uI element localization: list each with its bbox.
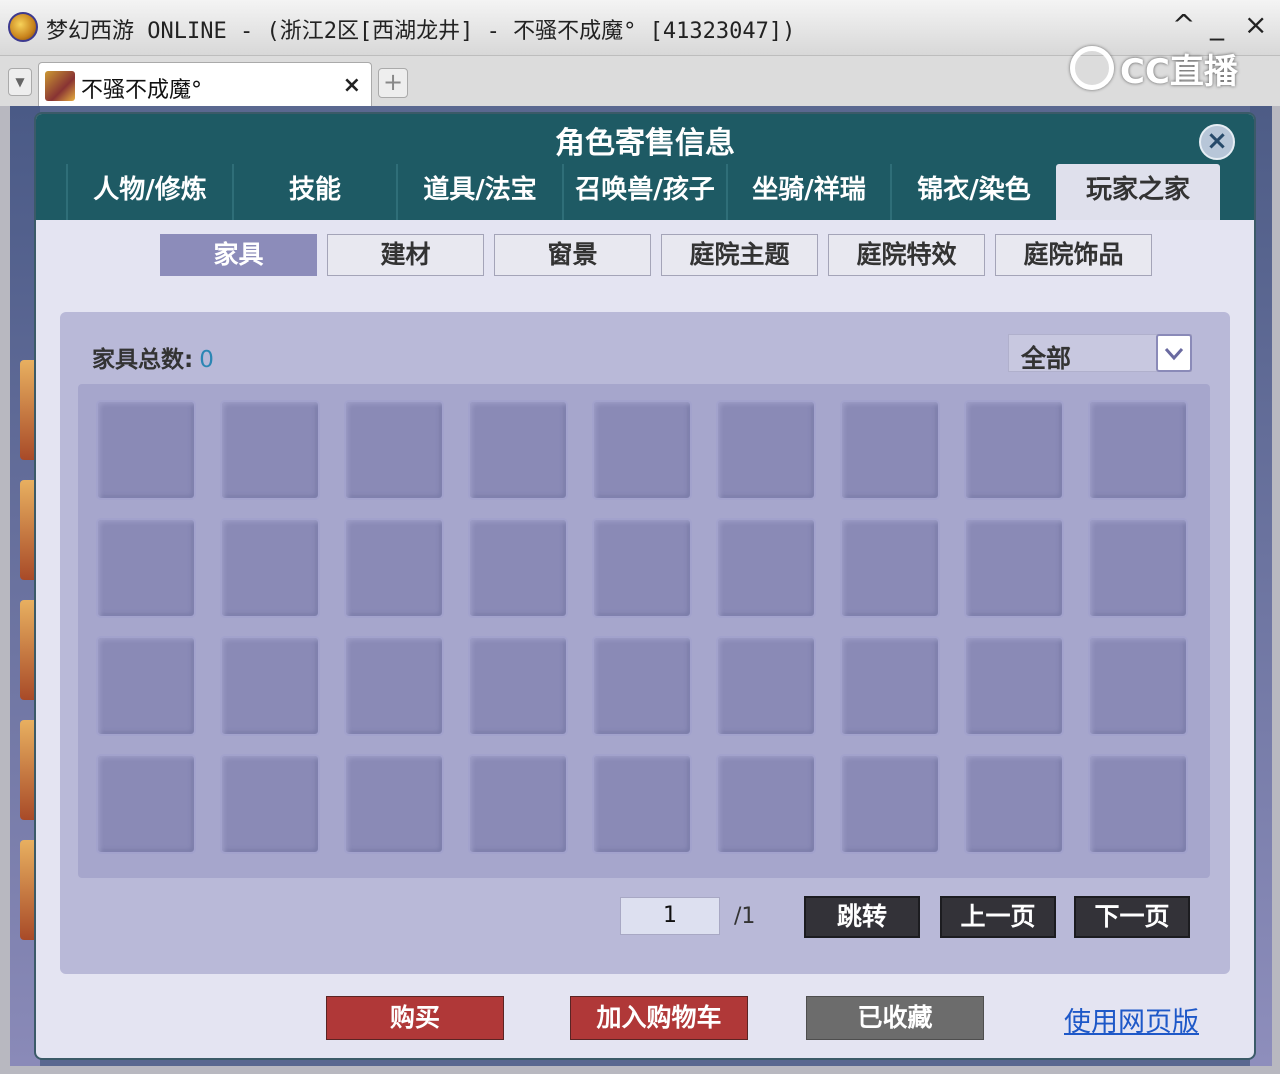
item-slot[interactable]: [1088, 754, 1188, 854]
item-slot[interactable]: [964, 754, 1064, 854]
tab-list-dropdown[interactable]: ▼: [8, 68, 32, 96]
collapse-button[interactable]: ^: [1172, 8, 1195, 42]
tab-close-icon[interactable]: ×: [343, 73, 361, 98]
consignment-dialog: 角色寄售信息 × 人物/修炼 技能 道具/法宝 召唤兽/孩子 坐骑/祥瑞 锦衣/…: [36, 114, 1254, 1058]
subtab-furniture[interactable]: 家具: [160, 234, 317, 276]
category-filter-select[interactable]: 全部: [1008, 334, 1192, 373]
window-title: 梦幻西游 ONLINE - (浙江2区[西湖龙井] - 不骚不成魔° [4132…: [46, 19, 796, 44]
item-slot[interactable]: [840, 518, 940, 618]
cc-watermark-text: CC直播: [1120, 51, 1238, 92]
dialog-title: 角色寄售信息: [555, 126, 735, 161]
item-slot[interactable]: [468, 518, 568, 618]
furniture-count: 家具总数: 0: [92, 340, 214, 374]
add-to-cart-button[interactable]: 加入购物车: [570, 996, 748, 1040]
item-slot[interactable]: [1088, 400, 1188, 500]
sub-tabs: 家具 建材 窗景 庭院主题 庭院特效 庭院饰品: [160, 234, 1152, 276]
tab-skills[interactable]: 技能: [232, 164, 396, 220]
page-total: /1: [734, 903, 756, 929]
item-slot[interactable]: [964, 636, 1064, 736]
item-slot[interactable]: [592, 518, 692, 618]
new-tab-button[interactable]: +: [378, 68, 408, 98]
item-slot[interactable]: [220, 636, 320, 736]
item-slot[interactable]: [716, 518, 816, 618]
item-slot[interactable]: [96, 518, 196, 618]
tab-items[interactable]: 道具/法宝: [396, 164, 562, 220]
jump-button[interactable]: 跳转: [804, 896, 920, 938]
item-slot[interactable]: [468, 400, 568, 500]
tab-character-cultivation[interactable]: 人物/修炼: [66, 164, 232, 220]
subtab-courtyard-theme[interactable]: 庭院主题: [661, 234, 818, 276]
item-slot[interactable]: [716, 754, 816, 854]
subtab-courtyard-ornaments[interactable]: 庭院饰品: [995, 234, 1152, 276]
item-slot[interactable]: [840, 636, 940, 736]
character-avatar-icon: [45, 71, 75, 101]
cc-logo-icon: [1070, 46, 1114, 90]
dialog-header: 角色寄售信息 × 人物/修炼 技能 道具/法宝 召唤兽/孩子 坐骑/祥瑞 锦衣/…: [36, 114, 1254, 220]
furniture-count-value: 0: [199, 347, 214, 373]
furniture-panel: 家具总数: 0 全部 1 /1 跳转 上一页 下一页: [60, 312, 1230, 974]
dialog-close-icon[interactable]: ×: [1199, 124, 1235, 160]
furniture-count-label: 家具总数:: [92, 347, 194, 373]
item-grid: [78, 384, 1210, 878]
item-slot[interactable]: [840, 400, 940, 500]
item-slot[interactable]: [344, 400, 444, 500]
item-slot[interactable]: [964, 518, 1064, 618]
buy-button[interactable]: 购买: [326, 996, 504, 1040]
item-slot[interactable]: [344, 754, 444, 854]
item-slot[interactable]: [96, 636, 196, 736]
pagination: 1 /1: [620, 897, 755, 935]
item-slot[interactable]: [96, 754, 196, 854]
saved-button[interactable]: 已收藏: [806, 996, 984, 1040]
main-tabs: 人物/修炼 技能 道具/法宝 召唤兽/孩子 坐骑/祥瑞 锦衣/染色 玩家之家: [66, 164, 1220, 220]
tab-mounts[interactable]: 坐骑/祥瑞: [726, 164, 890, 220]
page-number-input[interactable]: 1: [620, 897, 720, 935]
subtab-building-materials[interactable]: 建材: [327, 234, 484, 276]
item-slot[interactable]: [344, 636, 444, 736]
tab-character[interactable]: 不骚不成魔° ×: [38, 62, 372, 106]
chevron-down-icon[interactable]: [1156, 334, 1192, 372]
item-slot[interactable]: [96, 400, 196, 500]
web-version-link[interactable]: 使用网页版: [1064, 1000, 1199, 1039]
item-slot[interactable]: [468, 636, 568, 736]
item-slot[interactable]: [220, 400, 320, 500]
tab-pets[interactable]: 召唤兽/孩子: [562, 164, 726, 220]
subtab-window-view[interactable]: 窗景: [494, 234, 651, 276]
filter-selected-value: 全部: [1021, 344, 1072, 373]
item-slot[interactable]: [964, 400, 1064, 500]
item-slot[interactable]: [592, 636, 692, 736]
prev-page-button[interactable]: 上一页: [940, 896, 1056, 938]
item-slot[interactable]: [716, 400, 816, 500]
item-slot[interactable]: [344, 518, 444, 618]
subtab-courtyard-effects[interactable]: 庭院特效: [828, 234, 985, 276]
item-slot[interactable]: [220, 754, 320, 854]
minimize-button[interactable]: _: [1210, 8, 1224, 42]
tab-outfits[interactable]: 锦衣/染色: [890, 164, 1056, 220]
tab-player-home[interactable]: 玩家之家: [1056, 164, 1220, 220]
item-slot[interactable]: [1088, 636, 1188, 736]
item-slot[interactable]: [840, 754, 940, 854]
item-slot[interactable]: [468, 754, 568, 854]
item-slot[interactable]: [220, 518, 320, 618]
item-slot[interactable]: [716, 636, 816, 736]
tab-label: 不骚不成魔°: [81, 78, 203, 103]
item-slot[interactable]: [592, 400, 692, 500]
app-icon: [8, 12, 38, 42]
close-window-button[interactable]: ×: [1244, 8, 1267, 42]
cc-watermark: CC直播: [1070, 42, 1238, 94]
next-page-button[interactable]: 下一页: [1074, 896, 1190, 938]
item-slot[interactable]: [1088, 518, 1188, 618]
item-slot[interactable]: [592, 754, 692, 854]
